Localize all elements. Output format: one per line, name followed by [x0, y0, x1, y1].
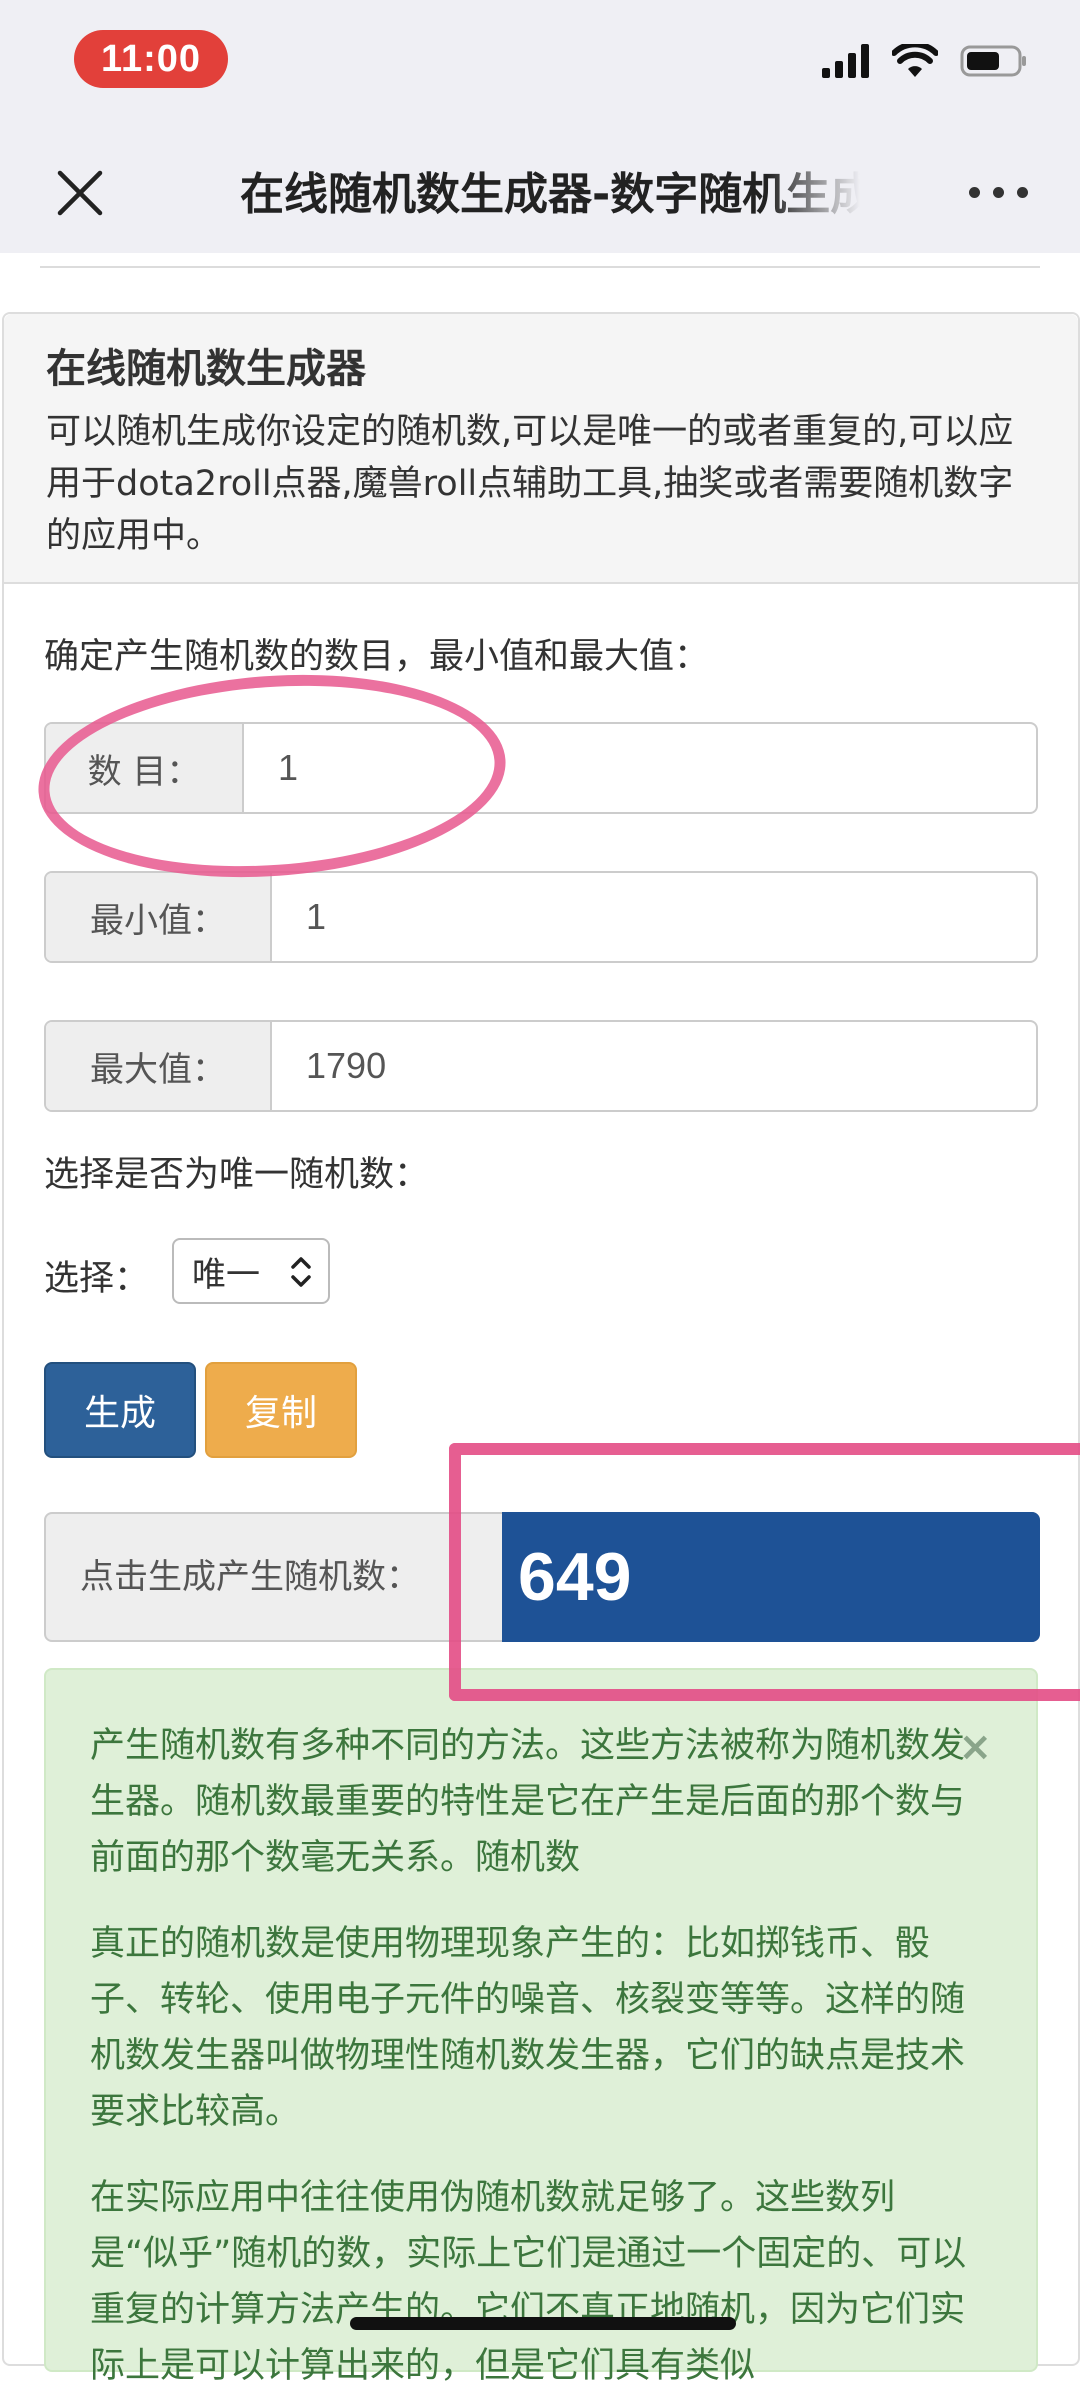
min-label: 最小值：: [46, 873, 272, 961]
wifi-icon: [892, 44, 938, 77]
divider: [40, 266, 1040, 268]
result-label: 点击生成产生随机数：: [80, 1557, 420, 1597]
unique-select[interactable]: 唯一: [172, 1238, 330, 1304]
panel-title: 在线随机数生成器: [46, 346, 366, 392]
min-input-group: 最小值： 1: [44, 871, 1038, 963]
unique-prompt: 选择是否为唯一随机数：: [44, 1155, 430, 1195]
more-options-icon[interactable]: [969, 187, 1028, 198]
alert-paragraph-2: 真正的随机数是使用物理现象产生的：比如掷钱币、骰子、转轮、使用电子元件的噪音、核…: [90, 1924, 966, 2132]
unique-select-value: 唯一: [192, 1254, 260, 1295]
info-alert: × 产生随机数有多种不同的方法。这些方法被称为随机数发生器。随机数最重要的特性是…: [44, 1668, 1038, 2386]
status-icons: [822, 44, 1028, 78]
max-label: 最大值：: [46, 1022, 272, 1110]
copy-button[interactable]: 复制: [205, 1362, 357, 1458]
cellular-signal-icon: [822, 44, 869, 78]
generate-button[interactable]: 生成: [44, 1362, 196, 1458]
battery-icon: [960, 45, 1026, 77]
range-prompt: 确定产生随机数的数目，最小值和最大值：: [44, 637, 710, 677]
status-bar: 11:00: [0, 0, 1080, 135]
home-indicator: [350, 2317, 736, 2330]
max-input[interactable]: 1790: [272, 1022, 1036, 1110]
panel-description: 可以随机生成你设定的随机数,可以是唯一的或者重复的,可以应用于dota2roll…: [46, 412, 1014, 556]
close-icon[interactable]: [52, 165, 108, 221]
nav-bar: 在线随机数生成器-数字随机生成器: [0, 135, 1080, 253]
alert-paragraph-3: 在实际应用中往往使用伪随机数就足够了。这些数列是“似乎”随机的数，实际上它们是通…: [90, 2178, 967, 2386]
status-time: 11:00: [74, 30, 228, 88]
select-label: 选择：: [44, 1259, 150, 1299]
alert-paragraph-1: 产生随机数有多种不同的方法。这些方法被称为随机数发生器。随机数最重要的特性是它在…: [90, 1726, 966, 1878]
annotation-box: [449, 1443, 1080, 1701]
panel-heading: 在线随机数生成器 可以随机生成你设定的随机数,可以是唯一的或者重复的,可以应用于…: [4, 314, 1078, 584]
select-chevron-icon: [291, 1257, 311, 1287]
max-input-group: 最大值： 1790: [44, 1020, 1038, 1112]
page-title: 在线随机数生成器-数字随机生成器: [240, 169, 860, 220]
min-input[interactable]: 1: [272, 873, 1036, 961]
